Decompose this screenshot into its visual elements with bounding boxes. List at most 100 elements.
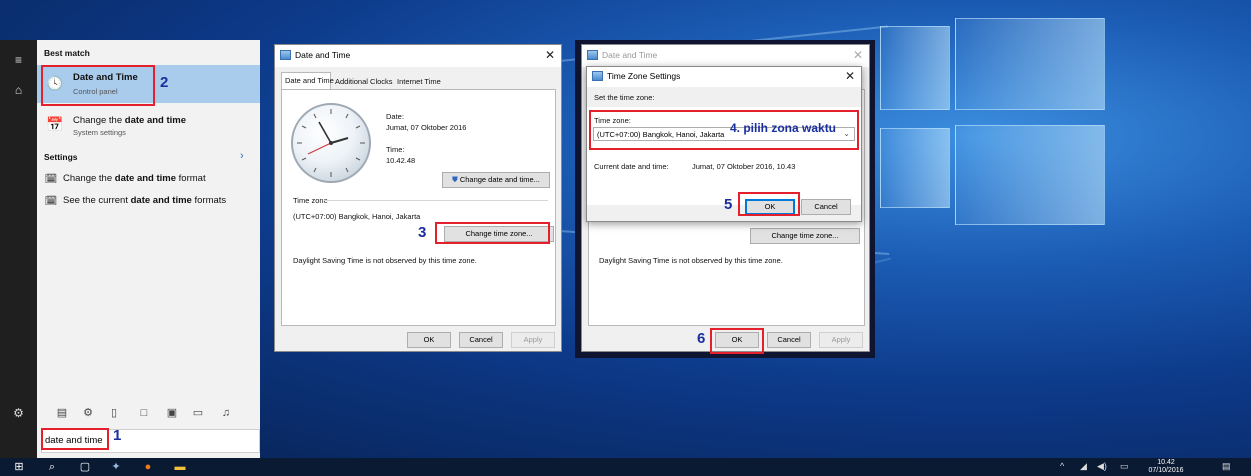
photos-filter-icon[interactable]: ▣	[161, 404, 183, 422]
setting-prefix: See the current	[63, 195, 131, 206]
current-datetime-value: Jumat, 07 Oktober 2016, 10.43	[692, 162, 796, 171]
cancel-button[interactable]: Cancel	[767, 332, 811, 348]
set-time-zone-label: Set the time zone:	[594, 93, 655, 102]
hamburger-menu-icon[interactable]: ≡	[0, 45, 37, 75]
taskbar-date: 07/10/2016	[1148, 467, 1184, 474]
close-icon[interactable]: ✕	[853, 48, 863, 62]
titlebar: Date and Time ✕	[582, 45, 869, 67]
tab-page: Date: Jumat, 07 Oktober 2016 Time: 10.42…	[281, 89, 556, 326]
start-rail: ≡ ⌂ ⚙	[0, 40, 37, 458]
date-time-app-icon	[280, 50, 291, 60]
calendar-format-icon: 🗓	[44, 196, 58, 207]
gear-icon[interactable]: ⚙	[0, 398, 37, 428]
windows-start-icon[interactable]: ⊞	[11, 459, 27, 475]
window-logo-pane	[955, 18, 1105, 110]
timezone-heading: Time zone	[293, 196, 328, 205]
step-label-3: 3	[418, 224, 427, 241]
window-logo-pane	[955, 125, 1105, 225]
firefox-icon[interactable]: ●	[140, 459, 156, 475]
highlight-change-time-zone	[435, 222, 550, 244]
action-center-icon[interactable]: ▤	[1222, 461, 1231, 472]
network-icon[interactable]: ◢	[1080, 461, 1087, 472]
tab-internet-time[interactable]: Internet Time	[394, 74, 450, 89]
setting-prefix: Change the	[63, 173, 115, 184]
dst-text: Daylight Saving Time is not observed by …	[599, 256, 783, 265]
highlight-search-text	[41, 428, 109, 450]
apply-button[interactable]: Apply	[511, 332, 555, 348]
chevron-right-icon[interactable]: ›	[240, 150, 244, 162]
time-zone-app-icon	[592, 71, 603, 81]
documents-filter-icon[interactable]: ▯	[103, 404, 125, 422]
file-explorer-icon[interactable]: ✦	[108, 459, 124, 475]
videos-filter-icon[interactable]: ▭	[187, 404, 209, 422]
change-date-time-button[interactable]: ⛊ Change date and time...	[442, 172, 550, 188]
step-label-6: 6	[697, 330, 706, 347]
setting-bold: date and time	[130, 195, 192, 206]
window-title: Date and Time	[602, 50, 658, 60]
highlight-date-and-time-result	[41, 65, 155, 106]
result-title: Change the date and time	[73, 115, 186, 126]
shield-icon: ⛊	[452, 175, 458, 184]
dst-text: Daylight Saving Time is not observed by …	[293, 256, 477, 265]
date-time-dialog: Date and Time ✕ Date and Time Additional…	[274, 44, 562, 352]
result-title-prefix: Change the	[73, 115, 125, 126]
cancel-button[interactable]: Cancel	[459, 332, 503, 348]
chevron-up-icon[interactable]: ^	[1060, 461, 1064, 471]
ok-button[interactable]: OK	[407, 332, 451, 348]
music-filter-icon[interactable]: ♫	[215, 404, 237, 422]
time-value: 10.42.48	[386, 156, 416, 165]
date-label: Date:	[386, 112, 404, 121]
time-label: Time:	[386, 145, 405, 154]
tab-additional-clocks[interactable]: Additional Clocks	[332, 74, 393, 89]
step-label-2: 2	[160, 74, 169, 91]
clock-display[interactable]: 10.42 07/10/2016	[1145, 459, 1187, 475]
keyboard-icon[interactable]: ▭	[1120, 461, 1129, 472]
taskbar-time: 10.42	[1157, 459, 1175, 466]
titlebar: Date and Time ✕	[275, 45, 561, 67]
timezone-value: (UTC+07:00) Bangkok, Hanoi, Jakarta	[293, 212, 421, 221]
search-icon[interactable]: ⌕	[44, 459, 60, 475]
apps-filter-icon[interactable]: ▤	[51, 404, 73, 422]
settings-filter-icon[interactable]: ⚙	[77, 404, 99, 422]
volume-icon[interactable]: ◀)	[1097, 461, 1107, 472]
task-view-icon[interactable]: ▢	[77, 459, 93, 475]
best-match-heading: Best match	[44, 48, 90, 58]
window-title: Time Zone Settings	[607, 71, 681, 81]
setting-label: Change the date and time format	[63, 173, 206, 184]
window-logo-pane	[880, 128, 950, 208]
setting-suffix: formats	[191, 195, 227, 206]
close-icon[interactable]: ✕	[545, 48, 555, 62]
highlight-dialog-ok	[710, 328, 764, 354]
setting-suffix: format	[176, 173, 206, 184]
date-value: Jumat, 07 Oktober 2016	[386, 123, 467, 132]
separator	[324, 200, 548, 201]
date-time-app-icon	[587, 50, 598, 60]
change-time-zone-button[interactable]: Change time zone...	[750, 228, 860, 244]
step-label-1: 1	[113, 427, 122, 444]
setting-change-format[interactable]: 🗓 Change the date and time format	[37, 170, 260, 188]
current-datetime-label: Current date and time:	[594, 162, 669, 171]
step-label-4: 4. pilih zona waktu	[730, 121, 837, 135]
close-icon[interactable]: ✕	[845, 69, 855, 83]
setting-bold: date and time	[114, 173, 177, 184]
analog-clock	[291, 103, 371, 183]
settings-heading: Settings	[44, 152, 78, 162]
folder-icon[interactable]: ▬	[172, 459, 188, 475]
calendar-format-icon: 🗓	[44, 174, 58, 185]
titlebar: Time Zone Settings ✕	[587, 67, 861, 87]
window-title: Date and Time	[295, 50, 351, 60]
result-title-bold: date and time	[124, 115, 187, 126]
step-label-5: 5	[724, 196, 733, 213]
highlight-tz-ok	[738, 192, 800, 216]
result-subtitle: System settings	[73, 128, 126, 137]
result-change-date-time[interactable]: 📅 Change the date and time System settin…	[37, 110, 260, 142]
home-icon[interactable]: ⌂	[0, 75, 37, 105]
tab-date-and-time[interactable]: Date and Time	[281, 72, 334, 90]
apply-button[interactable]: Apply	[819, 332, 863, 348]
calendar-clock-icon: 📅	[46, 116, 64, 132]
clock-face-icon	[297, 109, 365, 177]
tz-cancel-button[interactable]: Cancel	[801, 199, 851, 215]
folders-filter-icon[interactable]: □	[133, 404, 155, 422]
button-label: Change date and time...	[459, 175, 540, 184]
setting-see-formats[interactable]: 🗓 See the current date and time formats	[37, 192, 260, 210]
